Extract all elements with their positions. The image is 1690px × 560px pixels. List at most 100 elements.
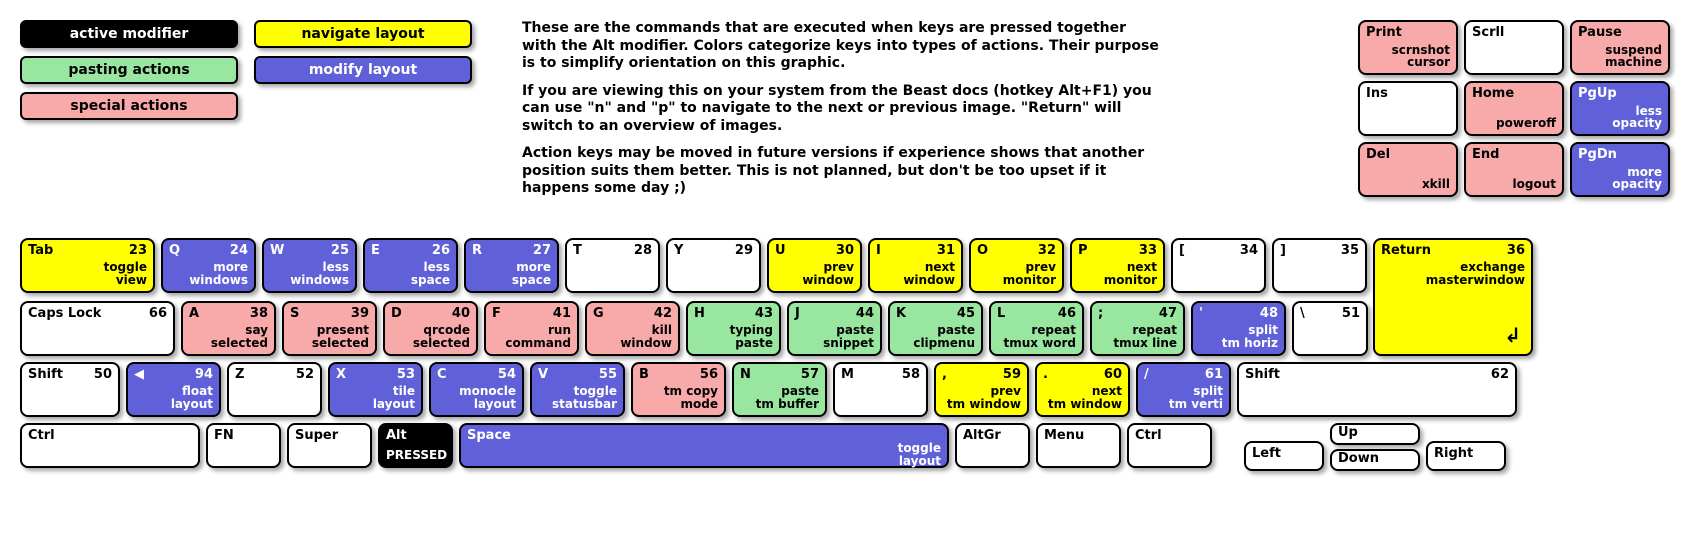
key-code: 57 <box>801 368 819 382</box>
key-left[interactable]: Left <box>1244 441 1324 471</box>
nav-cluster: Printscrnshot cursorScrllPausesuspend ma… <box>1358 20 1670 197</box>
key-ctrl-right[interactable]: Ctrl <box>1127 423 1212 468</box>
key-label: Down <box>1338 452 1379 466</box>
key-label: E <box>371 244 380 258</box>
key-action: paste clipmenu <box>896 324 975 349</box>
key-label: K <box>896 307 906 321</box>
key-k[interactable]: K45paste clipmenu <box>888 301 983 356</box>
key-home[interactable]: Homepoweroff <box>1464 81 1564 136</box>
key-j[interactable]: J44paste snippet <box>787 301 882 356</box>
key-label: B <box>639 368 649 382</box>
key-label: ] <box>1280 244 1286 258</box>
key-return[interactable]: Return 36 exchange masterwindow ↲ <box>1373 238 1533 356</box>
key-up[interactable]: Up <box>1330 423 1420 445</box>
key-label: V <box>538 368 548 382</box>
key-del[interactable]: Del xkill <box>1358 142 1458 197</box>
key-action: logout <box>1472 178 1556 191</box>
key-label: Caps Lock <box>28 307 101 321</box>
key-r[interactable]: R27more space <box>464 238 559 293</box>
key-u[interactable]: U30prev window <box>767 238 862 293</box>
key-space[interactable]: Space toggle layout <box>459 423 949 468</box>
key-label: N <box>740 368 751 382</box>
key-action: split tm verti <box>1144 385 1223 410</box>
key-label: T <box>573 244 582 258</box>
key-d[interactable]: D40qrcode selected <box>383 301 478 356</box>
key-right[interactable]: Right <box>1426 441 1506 471</box>
key-x[interactable]: X53tile layout <box>328 362 423 417</box>
desc-p2: If you are viewing this on your system f… <box>522 83 1162 136</box>
key-shift[interactable]: Shift50 <box>20 362 120 417</box>
key-action: less windows <box>270 261 349 286</box>
key-o[interactable]: O32prev monitor <box>969 238 1064 293</box>
key-label: Ctrl <box>28 429 55 443</box>
key-pgdn[interactable]: PgDnmore opacity <box>1570 142 1670 197</box>
key-m[interactable]: M58 <box>833 362 928 417</box>
key-action: xkill <box>1366 178 1450 191</box>
key-label: AltGr <box>963 429 1001 443</box>
key-action: next tm window <box>1043 385 1122 410</box>
key-menu[interactable]: Menu <box>1036 423 1121 468</box>
keyboard-row-2: Caps Lock66A38say selectedS39present sel… <box>20 301 1402 356</box>
key-action: prev monitor <box>977 261 1056 286</box>
key--[interactable]: .60next tm window <box>1035 362 1130 417</box>
key-b[interactable]: B56tm copy mode <box>631 362 726 417</box>
key-print[interactable]: Printscrnshot cursor <box>1358 20 1458 75</box>
key-p[interactable]: P33next monitor <box>1070 238 1165 293</box>
key-h[interactable]: H43typing paste <box>686 301 781 356</box>
key-label: PgDn <box>1578 148 1617 162</box>
key-n[interactable]: N57paste tm buffer <box>732 362 827 417</box>
key-s[interactable]: S39present selected <box>282 301 377 356</box>
enter-arrow-icon: ↲ <box>1504 325 1521 346</box>
key-w[interactable]: W25less windows <box>262 238 357 293</box>
key-t[interactable]: T 28 <box>565 238 660 293</box>
key-label: \ <box>1300 307 1305 321</box>
key-caps-lock[interactable]: Caps Lock66 <box>20 301 175 356</box>
key-label: Shift <box>28 368 63 382</box>
key-v[interactable]: V55toggle statusbar <box>530 362 625 417</box>
key-g[interactable]: G42kill window <box>585 301 680 356</box>
key-fn[interactable]: FN <box>206 423 281 468</box>
key-action: monocle layout <box>437 385 516 410</box>
key-e[interactable]: E26less space <box>363 238 458 293</box>
key-label: O <box>977 244 988 258</box>
key--[interactable]: ,59prev tm window <box>934 362 1029 417</box>
key--[interactable]: ◀94float layout <box>126 362 221 417</box>
key--[interactable]: ]35 <box>1272 238 1367 293</box>
key--[interactable]: ;47repeat tmux line <box>1090 301 1185 356</box>
key-down[interactable]: Down <box>1330 449 1420 471</box>
key-z[interactable]: Z52 <box>227 362 322 417</box>
key-scrll[interactable]: Scrll <box>1464 20 1564 75</box>
key-code: 62 <box>1491 368 1509 382</box>
key-label: . <box>1043 368 1048 382</box>
key-shift[interactable]: Shift62 <box>1237 362 1517 417</box>
key-pgup[interactable]: PgUpless opacity <box>1570 81 1670 136</box>
key-pause[interactable]: Pausesuspend machine <box>1570 20 1670 75</box>
key-a[interactable]: A38say selected <box>181 301 276 356</box>
key-y[interactable]: Y29 <box>666 238 761 293</box>
key-code: 28 <box>634 244 652 258</box>
key-altgr[interactable]: AltGr <box>955 423 1030 468</box>
key-alt[interactable]: Alt PRESSED <box>378 423 453 468</box>
key-tab[interactable]: Tab23toggle view <box>20 238 155 293</box>
key--[interactable]: '48split tm horiz <box>1191 301 1286 356</box>
key-code: 34 <box>1240 244 1258 258</box>
key--[interactable]: /61split tm verti <box>1136 362 1231 417</box>
key-q[interactable]: Q24more windows <box>161 238 256 293</box>
key-f[interactable]: F41run command <box>484 301 579 356</box>
key-super[interactable]: Super <box>287 423 372 468</box>
key-end[interactable]: Endlogout <box>1464 142 1564 197</box>
key-label: M <box>841 368 854 382</box>
key-code: 42 <box>654 307 672 321</box>
key-ins[interactable]: Ins <box>1358 81 1458 136</box>
desc-p1: These are the commands that are executed… <box>522 20 1162 73</box>
key-l[interactable]: L46repeat tmux word <box>989 301 1084 356</box>
key-code: 51 <box>1342 307 1360 321</box>
key--[interactable]: [34 <box>1171 238 1266 293</box>
key-action: next monitor <box>1078 261 1157 286</box>
key-i[interactable]: I31next window <box>868 238 963 293</box>
key-c[interactable]: C54monocle layout <box>429 362 524 417</box>
key-label: Del <box>1366 148 1390 162</box>
key-action: repeat tmux line <box>1098 324 1177 349</box>
key--[interactable]: \ 51 <box>1292 301 1368 356</box>
key-ctrl-left[interactable]: Ctrl <box>20 423 200 468</box>
